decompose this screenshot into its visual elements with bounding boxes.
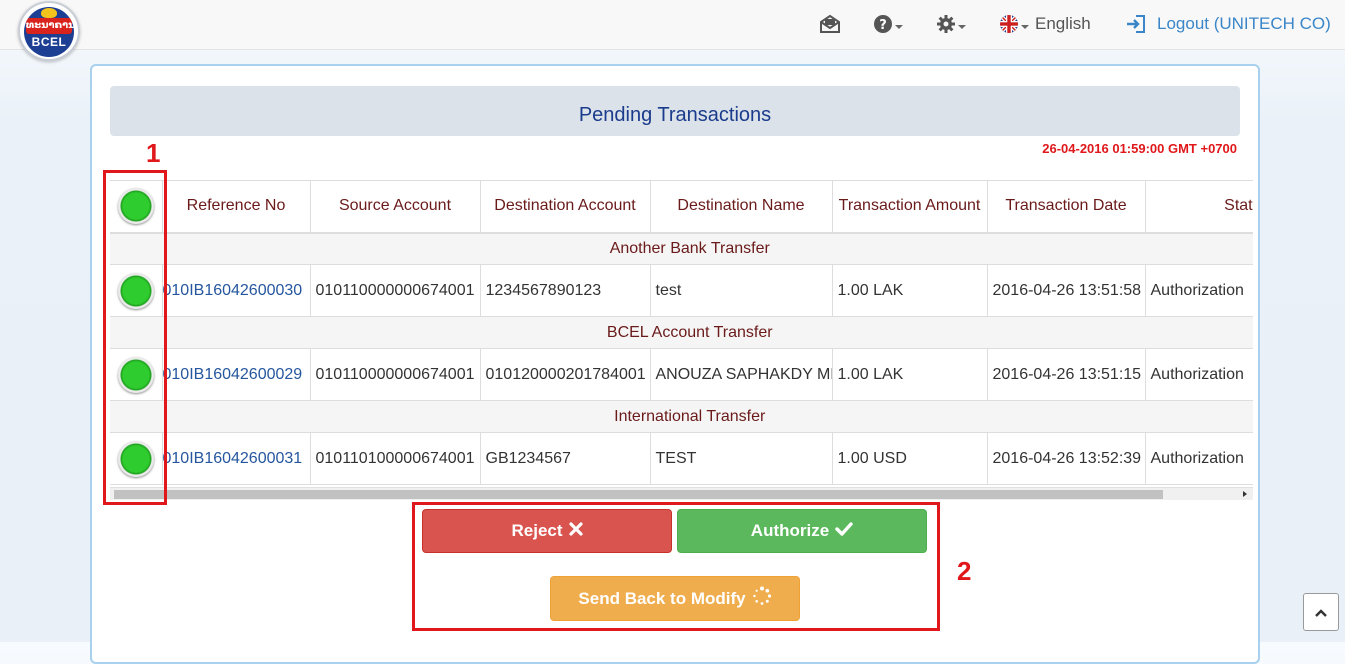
sign-in-icon [1125,14,1147,34]
uk-flag-icon [999,14,1019,34]
reference-link[interactable]: 010IB16042600030 [163,282,303,299]
source-account-cell: 010110100000674001 [310,432,481,485]
reference-cell[interactable]: 010IB16042600031 [162,432,311,485]
server-time: 26-04-2016 01:59:00 GMT +0700 [1042,141,1237,156]
authorize-label: Authorize [750,521,830,540]
source-account-cell: 010110000000674001 [310,348,481,401]
column-header-destination-name[interactable]: Destination Name [650,180,833,234]
column-header-source-account[interactable]: Source Account [310,180,481,234]
callout-number-2: 2 [957,556,972,586]
send-back-to-modify-button[interactable]: Send Back to Modify [550,576,800,621]
chevron-up-icon [1314,603,1328,622]
scroll-to-top-button[interactable] [1303,593,1339,631]
reference-link[interactable]: 010IB16042600031 [163,450,303,467]
send-back-label: Send Back to Modify [578,588,746,608]
logo-lao-text: ທະນາຄານ [26,18,74,34]
column-header-reference[interactable]: Reference No [162,180,311,234]
status-cell: Authorization [1145,264,1253,317]
scrollbar-thumb[interactable] [114,490,1163,499]
language-selector[interactable]: English [999,10,1091,38]
destination-name-cell: test [650,264,833,317]
destination-account-cell: 010120000201784001 [480,348,651,401]
transactions-table: Reference No Source Account Destination … [110,180,1253,485]
date-cell: 2016-04-26 13:51:15 [987,348,1146,401]
authorize-button[interactable]: Authorize [677,509,927,553]
amount-cell: 1.00 USD [832,432,988,485]
date-cell: 2016-04-26 13:52:39 [987,432,1146,485]
table-row[interactable]: 010IB16042600030 010110000000674001 1234… [110,264,1253,317]
chevron-down-icon [958,25,966,29]
reference-cell[interactable]: 010IB16042600029 [162,348,311,401]
reject-label: Reject [511,521,563,540]
messages-button[interactable] [819,10,841,38]
group-label: BCEL Account Transfer [110,316,1253,349]
logout-label: Logout (UNITECH CO) [1157,14,1331,33]
reference-link[interactable]: 010IB16042600029 [163,366,303,383]
bcel-logo[interactable]: ທະນາຄານ BCEL [18,1,80,61]
transactions-grid: Reference No Source Account Destination … [110,180,1253,500]
group-label: International Transfer [110,400,1253,433]
help-icon: ? [873,14,893,34]
callout-number-1: 1 [146,138,161,168]
close-icon [568,521,583,541]
logo-emblem: ທະນາຄານ BCEL [24,7,74,57]
column-header-date[interactable]: Transaction Date [987,180,1146,234]
destination-account-cell: GB1234567 [480,432,651,485]
group-row: Another Bank Transfer [110,232,1253,265]
destination-name-cell: ANOUZA SAPHAKDY MR [650,348,833,401]
column-header-status[interactable]: Status [1145,180,1253,234]
group-label: Another Bank Transfer [110,232,1253,265]
status-cell: Authorization [1145,432,1253,485]
chevron-down-icon [1021,25,1029,29]
scroll-right-arrow-icon[interactable] [1243,491,1247,497]
horizontal-scrollbar[interactable] [110,487,1253,500]
logo-flower-icon [41,8,57,18]
refresh-icon [752,586,772,611]
gear-icon [936,14,956,34]
reference-cell[interactable]: 010IB16042600030 [162,264,311,317]
destination-name-cell: TEST [650,432,833,485]
table-header-row: Reference No Source Account Destination … [110,180,1253,234]
envelope-icon [819,13,841,35]
destination-account-cell: 1234567890123 [480,264,651,317]
amount-cell: 1.00 LAK [832,264,988,317]
column-header-amount[interactable]: Transaction Amount [832,180,988,234]
amount-cell: 1.00 LAK [832,348,988,401]
date-cell: 2016-04-26 13:51:58 [987,264,1146,317]
check-icon [835,521,853,542]
table-row[interactable]: 010IB16042600029 010110000000674001 0101… [110,348,1253,401]
settings-menu[interactable] [936,10,966,38]
source-account-cell: 010110000000674001 [310,264,481,317]
language-label: English [1035,14,1091,33]
annotation-box-select-column [103,170,167,505]
logo-text: BCEL [31,35,67,49]
page-title: Pending Transactions [578,104,772,126]
group-row: International Transfer [110,400,1253,433]
help-menu[interactable]: ? [873,10,903,38]
reject-button[interactable]: Reject [422,509,672,553]
svg-text:?: ? [879,18,887,33]
status-cell: Authorization [1145,348,1253,401]
logout-link[interactable]: Logout (UNITECH CO) [1125,10,1331,38]
column-header-destination-account[interactable]: Destination Account [480,180,651,234]
chevron-down-icon [895,25,903,29]
table-row[interactable]: 010IB16042600031 010110100000674001 GB12… [110,432,1253,485]
group-row: BCEL Account Transfer [110,316,1253,349]
